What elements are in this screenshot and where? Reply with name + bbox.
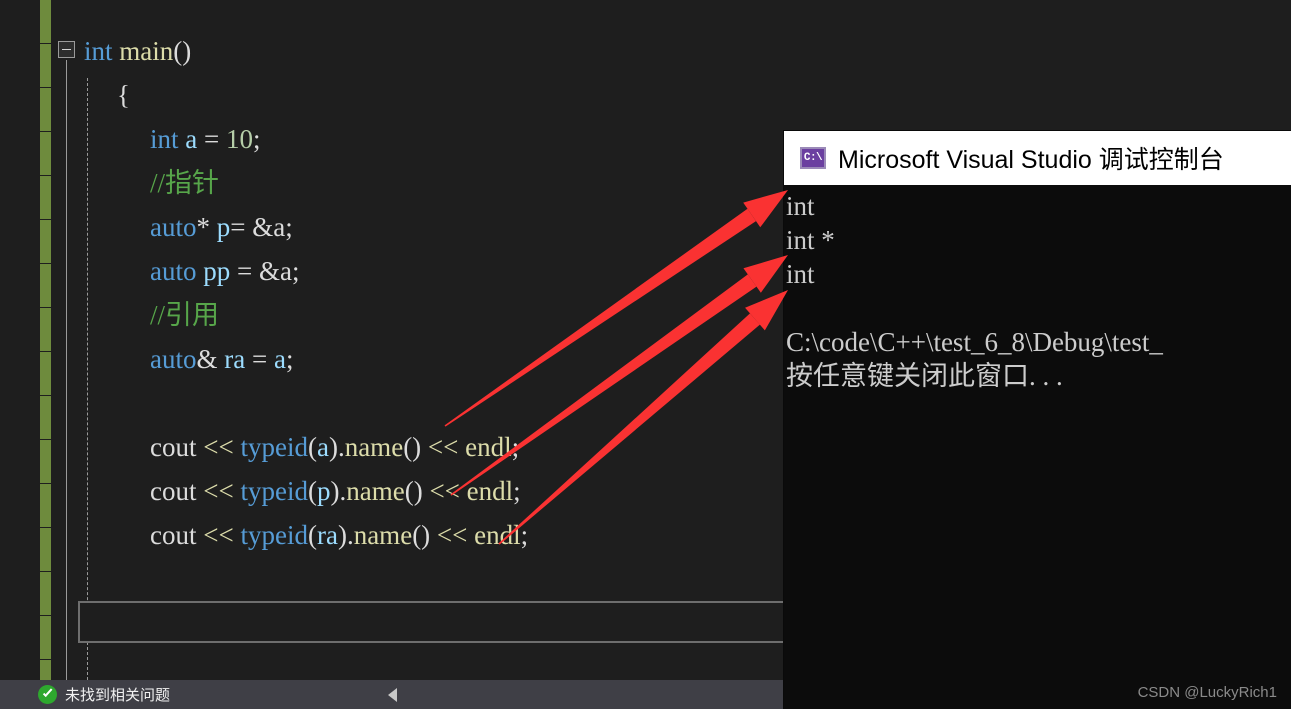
code-token: typeid: [240, 476, 308, 506]
code-token: (: [307, 476, 317, 506]
code-token: //指针: [150, 168, 220, 198]
code-token: ra: [224, 344, 246, 374]
code-token: <<: [196, 520, 241, 550]
code-token: ;: [291, 256, 300, 286]
code-token: ): [328, 432, 338, 462]
code-token: <<: [421, 432, 466, 462]
code-token: {: [117, 80, 130, 110]
code-token: name: [344, 432, 404, 462]
code-line[interactable]: {: [0, 73, 1291, 117]
code-token: <<: [196, 432, 241, 462]
code-token: (: [307, 520, 317, 550]
code-token: a: [316, 432, 329, 462]
code-token: <<: [196, 476, 241, 506]
code-token: ;: [285, 344, 294, 374]
code-token: cout: [150, 432, 197, 462]
code-token: &a: [258, 256, 292, 286]
current-line-highlight-box[interactable]: [78, 601, 785, 643]
code-token: 10: [225, 124, 253, 154]
code-token: p: [316, 476, 331, 506]
code-token: auto: [150, 212, 197, 242]
code-token: =: [245, 344, 274, 374]
code-token: endl: [474, 520, 521, 550]
status-bar-text: 未找到相关问题: [65, 687, 171, 704]
code-token: pp: [203, 256, 231, 286]
console-window-title: Microsoft Visual Studio 调试控制台: [838, 146, 1224, 174]
console-output-line: int: [786, 259, 815, 289]
code-token: cout: [150, 476, 197, 506]
code-token: =: [230, 212, 253, 242]
screenshot-root: int main(){int a = 10;//指针 auto* p= &a; au…: [0, 0, 1291, 709]
code-token: ;: [252, 124, 261, 154]
code-token: //引用: [150, 300, 220, 330]
code-token: p: [216, 212, 231, 242]
code-token: (: [307, 432, 317, 462]
code-token: <<: [430, 520, 475, 550]
code-token: typeid: [240, 520, 308, 550]
code-token: ;: [285, 212, 293, 242]
code-token: (): [412, 520, 431, 550]
triangle-left-icon[interactable]: [388, 687, 397, 702]
code-token: ;: [511, 432, 520, 462]
code-token: cout: [150, 520, 197, 550]
console-output-area[interactable]: int int * int C:\code\C++\test_6_8\Debug\t…: [784, 185, 1291, 709]
code-token: =: [230, 256, 259, 286]
code-token: .: [337, 432, 345, 462]
code-token: ;: [520, 520, 529, 550]
code-token: =: [197, 124, 226, 154]
code-token: typeid: [240, 432, 308, 462]
code-token: endl: [466, 476, 514, 506]
code-token: &a: [252, 212, 286, 242]
console-output-line: int *: [786, 225, 835, 255]
code-token: ;: [513, 476, 521, 506]
cmd-console-icon: C:\: [800, 147, 826, 169]
code-token: a: [185, 124, 198, 154]
code-token: auto: [150, 256, 197, 286]
code-token: endl: [465, 432, 512, 462]
code-line[interactable]: int main(): [0, 29, 1291, 73]
code-token: auto: [150, 344, 197, 374]
code-token: .: [346, 520, 354, 550]
code-token: name: [346, 476, 405, 506]
code-token: name: [353, 520, 413, 550]
console-output-line: int: [786, 191, 815, 221]
code-token: *: [196, 212, 211, 242]
csdn-watermark: CSDN @LuckyRich1: [1137, 684, 1277, 701]
code-token: (): [173, 36, 192, 66]
code-token: int: [150, 124, 179, 154]
code-token: a: [273, 344, 286, 374]
code-token: (): [403, 432, 422, 462]
code-token: ): [337, 520, 347, 550]
console-icon-label: C:\: [803, 151, 823, 164]
editor-status-bar[interactable]: 未找到相关问题: [0, 680, 784, 709]
code-token: &: [196, 344, 218, 374]
code-token: ra: [316, 520, 338, 550]
check-circle-icon: [38, 685, 57, 704]
debug-console-window[interactable]: C:\ Microsoft Visual Studio 调试控制台 int int…: [784, 131, 1291, 709]
code-token: int: [84, 36, 113, 66]
code-token: (): [404, 476, 423, 506]
console-output-line: C:\code\C++\test_6_8\Debug\test_: [786, 327, 1163, 357]
console-title-bar[interactable]: C:\ Microsoft Visual Studio 调试控制台: [784, 131, 1291, 185]
code-token: <<: [422, 476, 467, 506]
console-output-line: 按任意键关闭此窗口. . .: [786, 361, 1063, 391]
code-token: main: [119, 36, 174, 66]
